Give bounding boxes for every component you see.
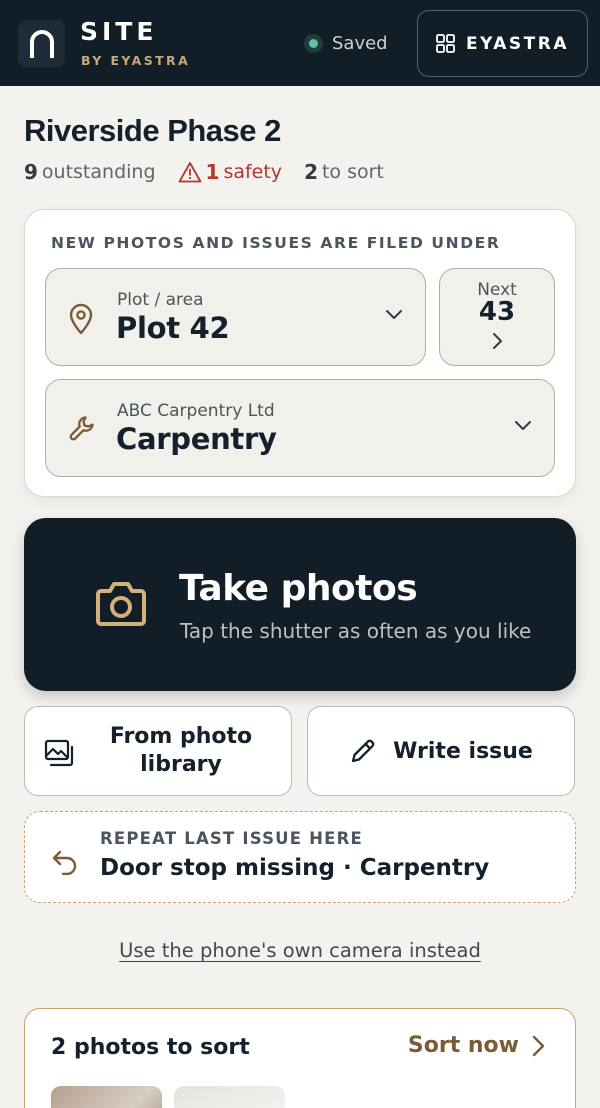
- next-plot-number: 43: [478, 297, 516, 327]
- next-plot-button[interactable]: Next 43: [439, 268, 555, 366]
- photo-library-button[interactable]: From photo library: [24, 706, 292, 796]
- outstanding-stat[interactable]: 9 outstanding: [24, 160, 156, 184]
- map-pin-icon: [69, 303, 93, 335]
- trade-selector[interactable]: ABC Carpentry Ltd Carpentry: [45, 379, 555, 477]
- app-switch-label: EYASTRA: [465, 33, 570, 54]
- take-photos-title: Take photos: [179, 568, 418, 609]
- brand-title: SITE: [80, 17, 158, 46]
- logo-icon: [18, 20, 65, 67]
- chevron-right-icon: [532, 1035, 545, 1056]
- safety-count: 1: [205, 160, 220, 184]
- brand-subtitle: BY EYASTRA: [81, 53, 191, 68]
- filing-heading: NEW PHOTOS AND ISSUES ARE FILED UNDER: [51, 234, 501, 252]
- plot-selector[interactable]: Plot / area Plot 42: [45, 268, 426, 366]
- plot-selector-label: Plot / area: [117, 290, 204, 310]
- grid-icon: [436, 34, 455, 53]
- project-stats: 9 outstanding 1 safety 2 to sort: [24, 160, 384, 184]
- save-status-label: Saved: [332, 33, 388, 54]
- outstanding-label: outstanding: [41, 161, 156, 183]
- write-issue-button[interactable]: Write issue: [307, 706, 575, 796]
- photo-library-icon: [44, 739, 74, 767]
- sort-card-title: 2 photos to sort: [51, 1035, 250, 1060]
- sort-card: 2 photos to sort Sort now: [24, 1008, 576, 1108]
- take-photos-subtitle: Tap the shutter as often as you like: [180, 619, 532, 643]
- chevron-right-icon: [493, 333, 502, 349]
- plot-selector-value: Plot 42: [116, 311, 230, 345]
- own-camera-row: Use the phone's own camera instead: [0, 939, 600, 962]
- undo-arrow-icon: [52, 850, 77, 875]
- to-sort-stat[interactable]: 2 to sort: [304, 160, 384, 184]
- sort-now-button[interactable]: Sort now: [408, 1033, 545, 1058]
- repeat-label: REPEAT LAST ISSUE HERE: [100, 829, 364, 848]
- repeat-value: Door stop missing · Carpentry: [100, 855, 490, 881]
- top-bar: SITE BY EYASTRA Saved EYASTRA: [0, 0, 600, 86]
- saved-dot-icon: [304, 34, 323, 53]
- photo-thumbnail[interactable]: [174, 1086, 285, 1108]
- sort-now-label: Sort now: [407, 1033, 519, 1058]
- take-photos-button[interactable]: Take photos Tap the shutter as often as …: [24, 518, 576, 691]
- page-title: Riverside Phase 2: [24, 113, 281, 148]
- to-sort-count: 2: [304, 160, 318, 184]
- safety-stat[interactable]: 1 safety: [178, 160, 283, 184]
- outstanding-count: 9: [24, 160, 38, 184]
- trade-selector-value: Carpentry: [116, 422, 277, 456]
- repeat-last-issue-button[interactable]: REPEAT LAST ISSUE HERE Door stop missing…: [24, 811, 576, 903]
- to-sort-label: to sort: [321, 161, 384, 183]
- pencil-icon: [352, 739, 375, 763]
- photo-library-label: From photo library: [109, 724, 253, 777]
- wrench-icon: [69, 416, 94, 441]
- save-status: Saved: [304, 33, 388, 54]
- write-issue-label: Write issue: [393, 738, 533, 764]
- safety-label: safety: [223, 161, 283, 183]
- trade-company-label: ABC Carpentry Ltd: [117, 401, 275, 421]
- filing-card: NEW PHOTOS AND ISSUES ARE FILED UNDER Pl…: [24, 209, 576, 497]
- camera-icon: [96, 582, 146, 626]
- warning-triangle-icon: [178, 162, 201, 183]
- app-switch-button[interactable]: EYASTRA: [417, 10, 588, 77]
- photo-thumbnail[interactable]: [51, 1086, 162, 1108]
- chevron-down-icon: [515, 421, 531, 430]
- chevron-down-icon: [386, 310, 402, 319]
- own-camera-link[interactable]: Use the phone's own camera instead: [119, 939, 481, 962]
